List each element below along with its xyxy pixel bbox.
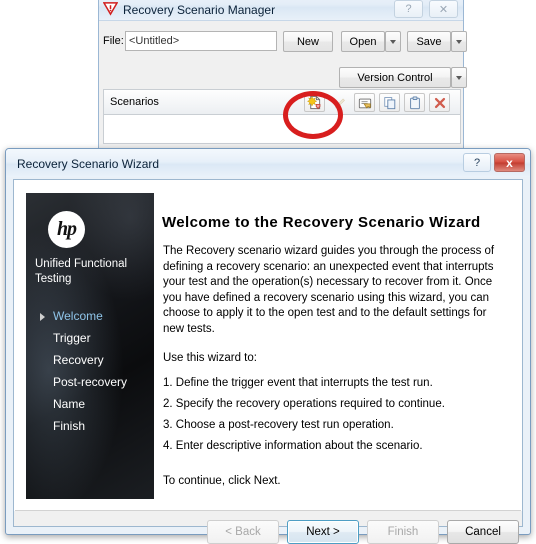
wizard-title-bar[interactable]: Recovery Scenario Wizard ? x bbox=[6, 149, 530, 177]
save-dropdown-button[interactable] bbox=[451, 31, 467, 52]
wizard-sidebar: hp Unified Functional Testing Welcome Tr… bbox=[26, 193, 154, 499]
new-scenario-icon-button[interactable] bbox=[304, 93, 325, 112]
manager-title-bar[interactable]: Recovery Scenario Manager ? ✕ bbox=[99, 0, 463, 21]
wizard-intro-text: The Recovery scenario wizard guides you … bbox=[163, 245, 495, 335]
manager-file-row: File: New Open Save Version Control bbox=[103, 31, 467, 88]
sidebar-item-label: Post-recovery bbox=[53, 375, 128, 389]
manager-help-button[interactable]: ? bbox=[394, 0, 423, 18]
delete-scenario-icon-button[interactable] bbox=[429, 93, 450, 112]
open-dropdown-button[interactable] bbox=[385, 31, 401, 52]
wizard-title: Recovery Scenario Wizard bbox=[17, 157, 160, 171]
manager-body: File: New Open Save Version Control Scen… bbox=[99, 21, 467, 149]
manager-title: Recovery Scenario Manager bbox=[123, 3, 276, 17]
list-item: 4. Enter descriptive information about t… bbox=[163, 440, 423, 452]
scenario-properties-icon bbox=[358, 98, 371, 109]
scenarios-header: Scenarios bbox=[103, 89, 461, 114]
current-step-arrow-icon bbox=[40, 313, 45, 321]
use-wizard-label: Use this wizard to: bbox=[163, 352, 257, 364]
finish-button[interactable]: Finish bbox=[367, 520, 439, 544]
recovery-scenario-wizard-dialog: Recovery Scenario Wizard ? x hp Unified … bbox=[5, 148, 531, 544]
sidebar-item-label: Name bbox=[53, 397, 86, 411]
list-item: 2. Specify the recovery operations requi… bbox=[163, 398, 445, 410]
scenario-properties-icon-button[interactable] bbox=[354, 93, 375, 112]
version-control-dropdown-button[interactable] bbox=[451, 67, 467, 88]
cancel-button[interactable]: Cancel bbox=[447, 520, 519, 544]
copy-scenario-icon bbox=[383, 96, 395, 109]
sidebar-item-name[interactable]: Name bbox=[26, 393, 154, 415]
product-name-label: Unified Functional Testing bbox=[35, 258, 128, 285]
back-button[interactable]: < Back bbox=[207, 520, 279, 544]
recovery-scenario-icon bbox=[103, 2, 118, 16]
new-scenario-icon bbox=[307, 95, 321, 110]
file-label: File: bbox=[103, 35, 124, 47]
hp-logo-text: hp bbox=[56, 217, 77, 240]
new-file-button[interactable]: New bbox=[283, 31, 333, 52]
recovery-scenario-manager-window: Recovery Scenario Manager ? ✕ File: New … bbox=[98, 0, 467, 150]
wizard-close-button[interactable]: x bbox=[494, 153, 525, 172]
hp-logo-icon: hp bbox=[48, 211, 85, 248]
wizard-help-button[interactable]: ? bbox=[463, 153, 491, 172]
page-title: Welcome to the Recovery Scenario Wizard bbox=[162, 214, 481, 231]
wizard-step-list: Welcome Trigger Recovery Post-recovery N… bbox=[26, 305, 154, 437]
next-button[interactable]: Next > bbox=[287, 520, 359, 544]
manager-close-button[interactable]: ✕ bbox=[429, 0, 458, 18]
wizard-footer: < Back Next > Finish Cancel bbox=[14, 511, 522, 544]
sidebar-item-label: Finish bbox=[53, 419, 86, 433]
edit-scenario-icon bbox=[334, 97, 345, 108]
scenarios-list[interactable] bbox=[103, 114, 461, 144]
sidebar-item-trigger[interactable]: Trigger bbox=[26, 327, 154, 349]
paste-scenario-icon-button[interactable] bbox=[404, 93, 425, 112]
edit-scenario-icon-button bbox=[329, 93, 350, 112]
chevron-down-icon bbox=[390, 39, 396, 44]
sidebar-item-post-recovery[interactable]: Post-recovery bbox=[26, 371, 154, 393]
sidebar-item-label: Recovery bbox=[53, 353, 104, 367]
wizard-use-list: 1. Define the trigger event that interru… bbox=[163, 373, 508, 457]
save-file-button[interactable]: Save bbox=[407, 31, 451, 52]
paste-scenario-icon bbox=[409, 95, 420, 109]
sidebar-item-recovery[interactable]: Recovery bbox=[26, 349, 154, 371]
list-item: 3. Choose a post-recovery test run opera… bbox=[163, 419, 394, 431]
wizard-content-panel: hp Unified Functional Testing Welcome Tr… bbox=[13, 179, 523, 544]
sidebar-item-label: Trigger bbox=[53, 331, 91, 345]
chevron-down-icon bbox=[456, 39, 462, 44]
version-control-button[interactable]: Version Control bbox=[339, 67, 451, 88]
delete-x-icon bbox=[434, 97, 445, 108]
continue-hint-text: To continue, click Next. bbox=[163, 475, 281, 487]
list-item: 1. Define the trigger event that interru… bbox=[163, 377, 433, 389]
copy-scenario-icon-button[interactable] bbox=[379, 93, 400, 112]
scenarios-label: Scenarios bbox=[110, 96, 159, 108]
sidebar-item-finish[interactable]: Finish bbox=[26, 415, 154, 437]
open-file-button[interactable]: Open bbox=[341, 31, 385, 52]
file-input[interactable] bbox=[125, 31, 277, 51]
chevron-down-icon bbox=[456, 75, 462, 80]
sidebar-item-label: Welcome bbox=[53, 309, 103, 323]
sidebar-item-welcome[interactable]: Welcome bbox=[26, 305, 154, 327]
